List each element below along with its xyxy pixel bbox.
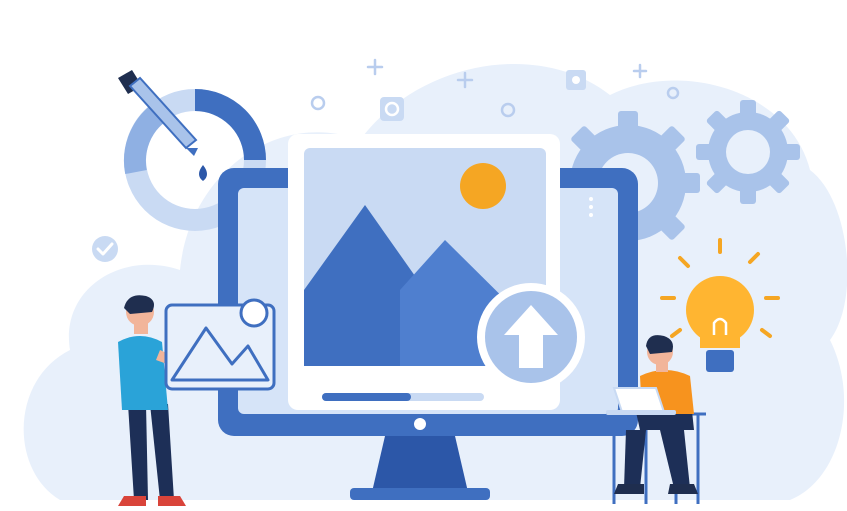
checkmark-icon — [92, 236, 118, 262]
gear-icon — [696, 100, 800, 204]
image-icon — [164, 298, 276, 391]
small-gear-icon — [380, 97, 404, 121]
monitor-menu-dots — [589, 197, 593, 217]
illustration-canvas — [0, 0, 847, 511]
upload-arrow-icon — [477, 283, 585, 391]
upload-progress-bar — [322, 393, 484, 401]
small-target-icon — [566, 70, 586, 90]
upload-illustration — [23, 58, 847, 506]
sun — [460, 163, 506, 209]
